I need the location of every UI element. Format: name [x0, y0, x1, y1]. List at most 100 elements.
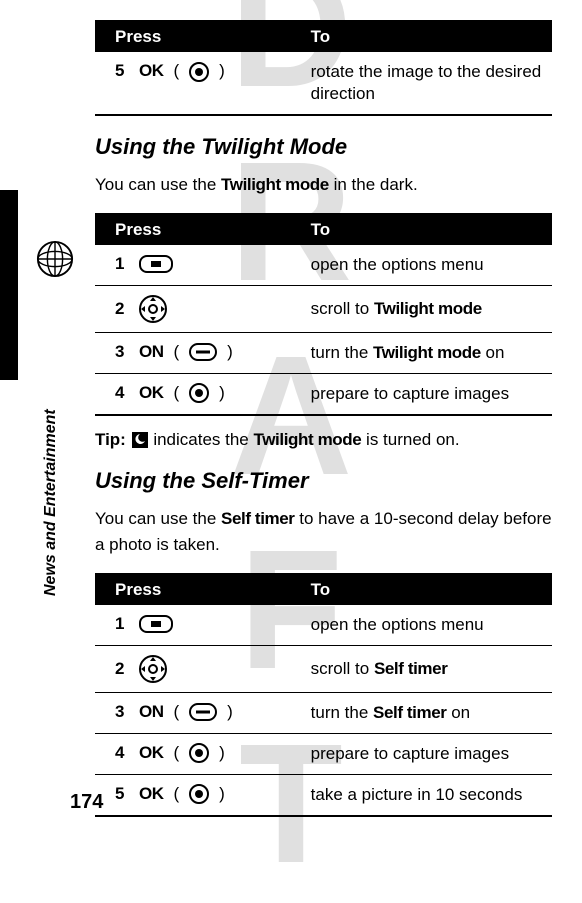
key-ok-label: OK	[139, 383, 164, 403]
table-row: 3 ON ( ) turn the Twilight mode on	[95, 332, 552, 373]
to-pre: turn the	[311, 343, 373, 362]
paren-open: (	[174, 784, 180, 804]
to-pre: scroll to	[311, 659, 374, 678]
to-pre: scroll to	[311, 299, 374, 318]
to-cell: scroll to Twilight mode	[301, 285, 552, 332]
paren-open: (	[174, 342, 180, 362]
to-cell: prepare to capture images	[301, 373, 552, 415]
tip-pre: indicates the	[153, 430, 253, 449]
center-key-icon	[189, 383, 209, 404]
heading-self-timer: Using the Self-Timer	[95, 468, 552, 494]
paren-open: (	[174, 383, 180, 403]
menu-key-icon	[139, 614, 173, 634]
intro-twilight: You can use the Twilight mode in the dar…	[95, 172, 552, 198]
press-cell: 2	[95, 286, 301, 332]
intro-text: You can use the	[95, 509, 221, 528]
to-pre: turn the	[311, 703, 373, 722]
table-header: Press To	[95, 574, 552, 605]
press-cell: 1	[95, 245, 301, 283]
step-number: 3	[115, 702, 129, 722]
paren-close: )	[219, 784, 225, 804]
page-content: Press To 5 OK ( ) rotate the image to th…	[0, 0, 582, 836]
key-ok-label: OK	[139, 61, 164, 81]
tip-label: Tip:	[95, 430, 131, 449]
col-to: To	[301, 574, 552, 605]
to-post: on	[447, 703, 471, 722]
press-cell: 2	[95, 646, 301, 692]
heading-twilight-mode: Using the Twilight Mode	[95, 134, 552, 160]
center-key-icon	[189, 784, 209, 805]
soft-key-icon	[189, 702, 217, 722]
table-rotate-continuation: Press To 5 OK ( ) rotate the image to th…	[95, 20, 552, 116]
table-twilight: Press To 1 open the options menu 2	[95, 213, 552, 416]
press-cell: 4 OK ( )	[95, 374, 301, 413]
table-header: Press To	[95, 214, 552, 245]
step-number: 3	[115, 342, 129, 362]
to-cell: prepare to capture images	[301, 733, 552, 774]
step-number: 4	[115, 743, 129, 763]
step-number: 1	[115, 254, 129, 274]
to-cell: scroll to Self timer	[301, 645, 552, 692]
col-to: To	[301, 214, 552, 245]
paren-open: (	[174, 743, 180, 763]
table-row: 1 open the options menu	[95, 605, 552, 646]
paren-close: )	[219, 383, 225, 403]
tip-post: is turned on.	[361, 430, 459, 449]
paren-close: )	[219, 61, 225, 81]
intro-bold: Twilight mode	[221, 175, 329, 194]
table-self-timer: Press To 1 open the options menu 2	[95, 573, 552, 817]
to-bold: Self timer	[373, 703, 446, 722]
key-ok-label: OK	[139, 784, 164, 804]
step-number: 5	[115, 61, 129, 81]
paren-close: )	[227, 702, 233, 722]
press-cell: 3 ON ( )	[95, 333, 301, 371]
step-number: 4	[115, 383, 129, 403]
center-key-icon	[189, 61, 209, 82]
nav-key-icon	[139, 655, 167, 683]
table-row: 4 OK ( ) prepare to capture images	[95, 373, 552, 415]
to-cell: turn the Self timer on	[301, 692, 552, 733]
table-row: 2 scroll to Twilight mode	[95, 285, 552, 332]
col-press: Press	[95, 21, 301, 52]
to-post: on	[481, 343, 505, 362]
key-on-label: ON	[139, 342, 164, 362]
table-row: 1 open the options menu	[95, 245, 552, 286]
paren-open: (	[174, 702, 180, 722]
table-header: Press To	[95, 21, 552, 52]
paren-open: (	[174, 61, 180, 81]
to-bold: Twilight mode	[373, 343, 481, 362]
col-press: Press	[95, 574, 301, 605]
step-number: 2	[115, 299, 129, 319]
col-to: To	[301, 21, 552, 52]
press-cell: 5 OK ( )	[95, 775, 301, 814]
to-cell: open the options menu	[301, 245, 552, 286]
step-number: 1	[115, 614, 129, 634]
table-row: 3 ON ( ) turn the Self timer on	[95, 692, 552, 733]
to-cell: turn the Twilight mode on	[301, 332, 552, 373]
to-cell: open the options menu	[301, 605, 552, 646]
press-cell: 5 OK ( )	[95, 52, 301, 91]
intro-text: You can use the	[95, 175, 221, 194]
step-number: 5	[115, 784, 129, 804]
twilight-indicator-icon	[131, 430, 154, 449]
nav-key-icon	[139, 295, 167, 323]
table-row: 2 scroll to Self timer	[95, 645, 552, 692]
paren-close: )	[227, 342, 233, 362]
press-cell: 3 ON ( )	[95, 693, 301, 731]
center-key-icon	[189, 743, 209, 764]
paren-close: )	[219, 743, 225, 763]
to-cell: take a picture in 10 seconds	[301, 774, 552, 816]
key-on-label: ON	[139, 702, 164, 722]
intro-self-timer: You can use the Self timer to have a 10-…	[95, 506, 552, 559]
to-bold: Twilight mode	[374, 299, 482, 318]
step-number: 2	[115, 659, 129, 679]
press-cell: 1	[95, 605, 301, 643]
press-cell: 4 OK ( )	[95, 734, 301, 773]
intro-text-end: in the dark.	[329, 175, 418, 194]
soft-key-icon	[189, 342, 217, 362]
table-row: 5 OK ( ) rotate the image to the desired…	[95, 52, 552, 115]
table-row: 4 OK ( ) prepare to capture images	[95, 733, 552, 774]
tip-bold: Twilight mode	[254, 430, 362, 449]
menu-key-icon	[139, 254, 173, 274]
col-press: Press	[95, 214, 301, 245]
